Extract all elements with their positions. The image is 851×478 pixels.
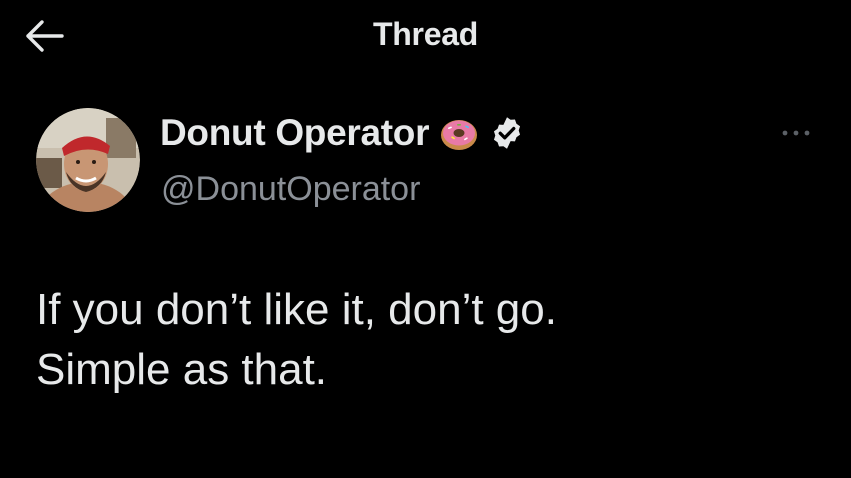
donut-emoji-icon xyxy=(441,120,478,150)
thread-header: Thread xyxy=(0,0,851,80)
user-handle[interactable]: @DonutOperator xyxy=(161,170,420,209)
more-options-icon xyxy=(782,130,810,136)
more-options-button[interactable] xyxy=(776,118,816,148)
tweet-text: If you don’t like it, don’t go. Simple a… xyxy=(36,285,557,394)
display-name[interactable]: Donut Operator xyxy=(160,112,525,154)
verified-badge-icon xyxy=(494,117,521,149)
display-name-text: Donut Operator xyxy=(160,112,430,153)
avatar[interactable] xyxy=(36,108,140,212)
page-title: Thread xyxy=(373,16,478,52)
